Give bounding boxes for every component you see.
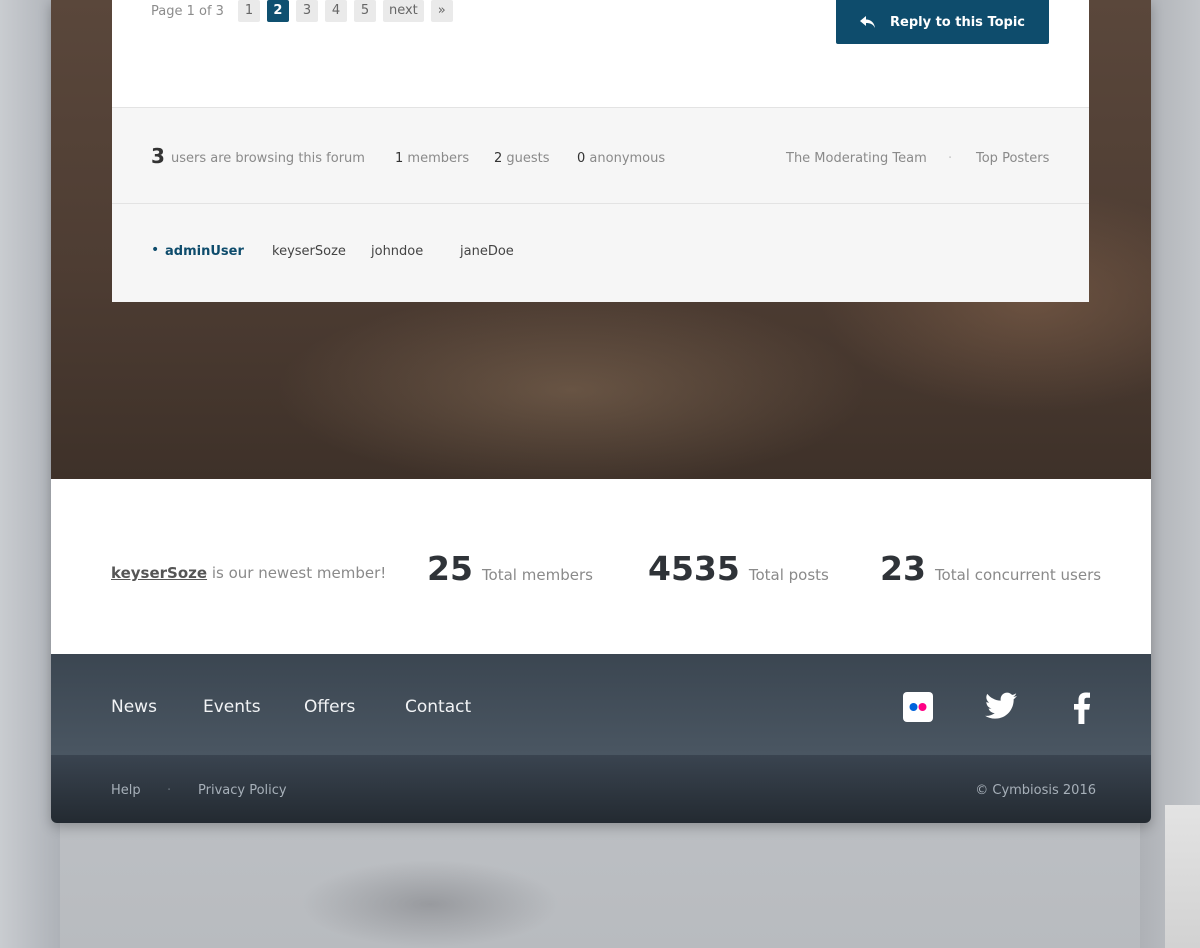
footer-bottom-bar: Help · Privacy Policy © Cymbiosis 2016 <box>51 755 1151 823</box>
page-4-button[interactable]: 4 <box>324 0 347 22</box>
anonymous-stat: 0 anonymous <box>577 151 665 166</box>
stat-value: 23 <box>880 549 926 588</box>
online-users-list: • adminUser keyserSoze johndoe janeDoe <box>112 204 1089 302</box>
footer-nav-bar: News Events Offers Contact <box>51 654 1151 755</box>
page-shell: Page 1 of 3 1 2 3 4 5 next » Reply to th… <box>51 0 1151 823</box>
stat-value: 4535 <box>648 549 740 588</box>
last-page-button[interactable]: » <box>430 0 453 22</box>
members-label: members <box>407 151 470 166</box>
browsing-count: 3 <box>151 144 165 168</box>
footer-help-link[interactable]: Help <box>111 783 141 798</box>
top-posters-link[interactable]: Top Posters <box>976 151 1049 166</box>
browsing-text: users are browsing this forum <box>171 151 365 166</box>
stat-label: Total concurrent users <box>934 566 1102 584</box>
copyright-text: © Cymbiosis 2016 <box>975 783 1096 798</box>
footer-nav-contact[interactable]: Contact <box>405 697 471 717</box>
guests-stat: 2 guests <box>494 151 550 166</box>
user-link-adminuser[interactable]: adminUser <box>165 244 244 259</box>
page-1-button[interactable]: 1 <box>237 0 260 22</box>
user-link-janedoe[interactable]: janeDoe <box>460 244 514 259</box>
topic-card: Page 1 of 3 1 2 3 4 5 next » Reply to th… <box>112 0 1089 302</box>
footer-nav-events[interactable]: Events <box>203 697 261 717</box>
reply-icon <box>860 16 875 28</box>
page-3-button[interactable]: 3 <box>295 0 318 22</box>
members-count: 1 <box>395 151 404 166</box>
anonymous-count: 0 <box>577 151 586 166</box>
reply-to-topic-button[interactable]: Reply to this Topic <box>836 0 1049 44</box>
anonymous-label: anonymous <box>589 151 666 166</box>
newest-member: keyserSoze is our newest member! <box>111 564 386 582</box>
newest-member-link[interactable]: keyserSoze <box>111 564 207 582</box>
user-link-johndoe[interactable]: johndoe <box>371 244 423 259</box>
page-5-button[interactable]: 5 <box>353 0 376 22</box>
background-fog <box>300 860 560 948</box>
user-link-keysersoze[interactable]: keyserSoze <box>272 244 346 259</box>
page-2-button[interactable]: 2 <box>266 0 289 22</box>
stat-concurrent-users: 23 Total concurrent users <box>880 549 1101 588</box>
twitter-icon[interactable] <box>985 692 1017 720</box>
flickr-icon[interactable] <box>903 692 933 722</box>
reply-button-label: Reply to this Topic <box>890 14 1025 30</box>
topic-actions-bar: Page 1 of 3 1 2 3 4 5 next » Reply to th… <box>112 0 1089 108</box>
stat-label: Total members <box>481 566 593 584</box>
footer-separator: · <box>167 783 172 798</box>
members-stat: 1 members <box>395 151 469 166</box>
moderating-team-link[interactable]: The Moderating Team <box>786 151 927 166</box>
footer-nav-offers[interactable]: Offers <box>304 697 355 717</box>
stat-label: Total posts <box>748 566 829 584</box>
footer-nav-news[interactable]: News <box>111 697 157 717</box>
stat-total-posts: 4535 Total posts <box>648 549 829 588</box>
footer-privacy-link[interactable]: Privacy Policy <box>198 783 287 798</box>
pagination: Page 1 of 3 1 2 3 4 5 next » <box>151 0 460 22</box>
stat-value: 25 <box>427 549 473 588</box>
guests-label: guests <box>506 151 550 166</box>
next-page-button[interactable]: next <box>382 0 424 22</box>
browse-separator: · <box>948 151 953 166</box>
pagination-label: Page 1 of 3 <box>151 3 224 19</box>
browsing-info: 3 users are browsing this forum 1 member… <box>112 108 1089 204</box>
facebook-icon[interactable] <box>1073 692 1091 724</box>
background-post <box>1165 805 1200 948</box>
stat-total-members: 25 Total members <box>427 549 593 588</box>
admin-bullet: • <box>151 242 160 258</box>
guests-count: 2 <box>494 151 503 166</box>
newest-member-text: is our newest member! <box>211 564 387 582</box>
forum-stats: keyserSoze is our newest member! 25 Tota… <box>51 479 1151 654</box>
